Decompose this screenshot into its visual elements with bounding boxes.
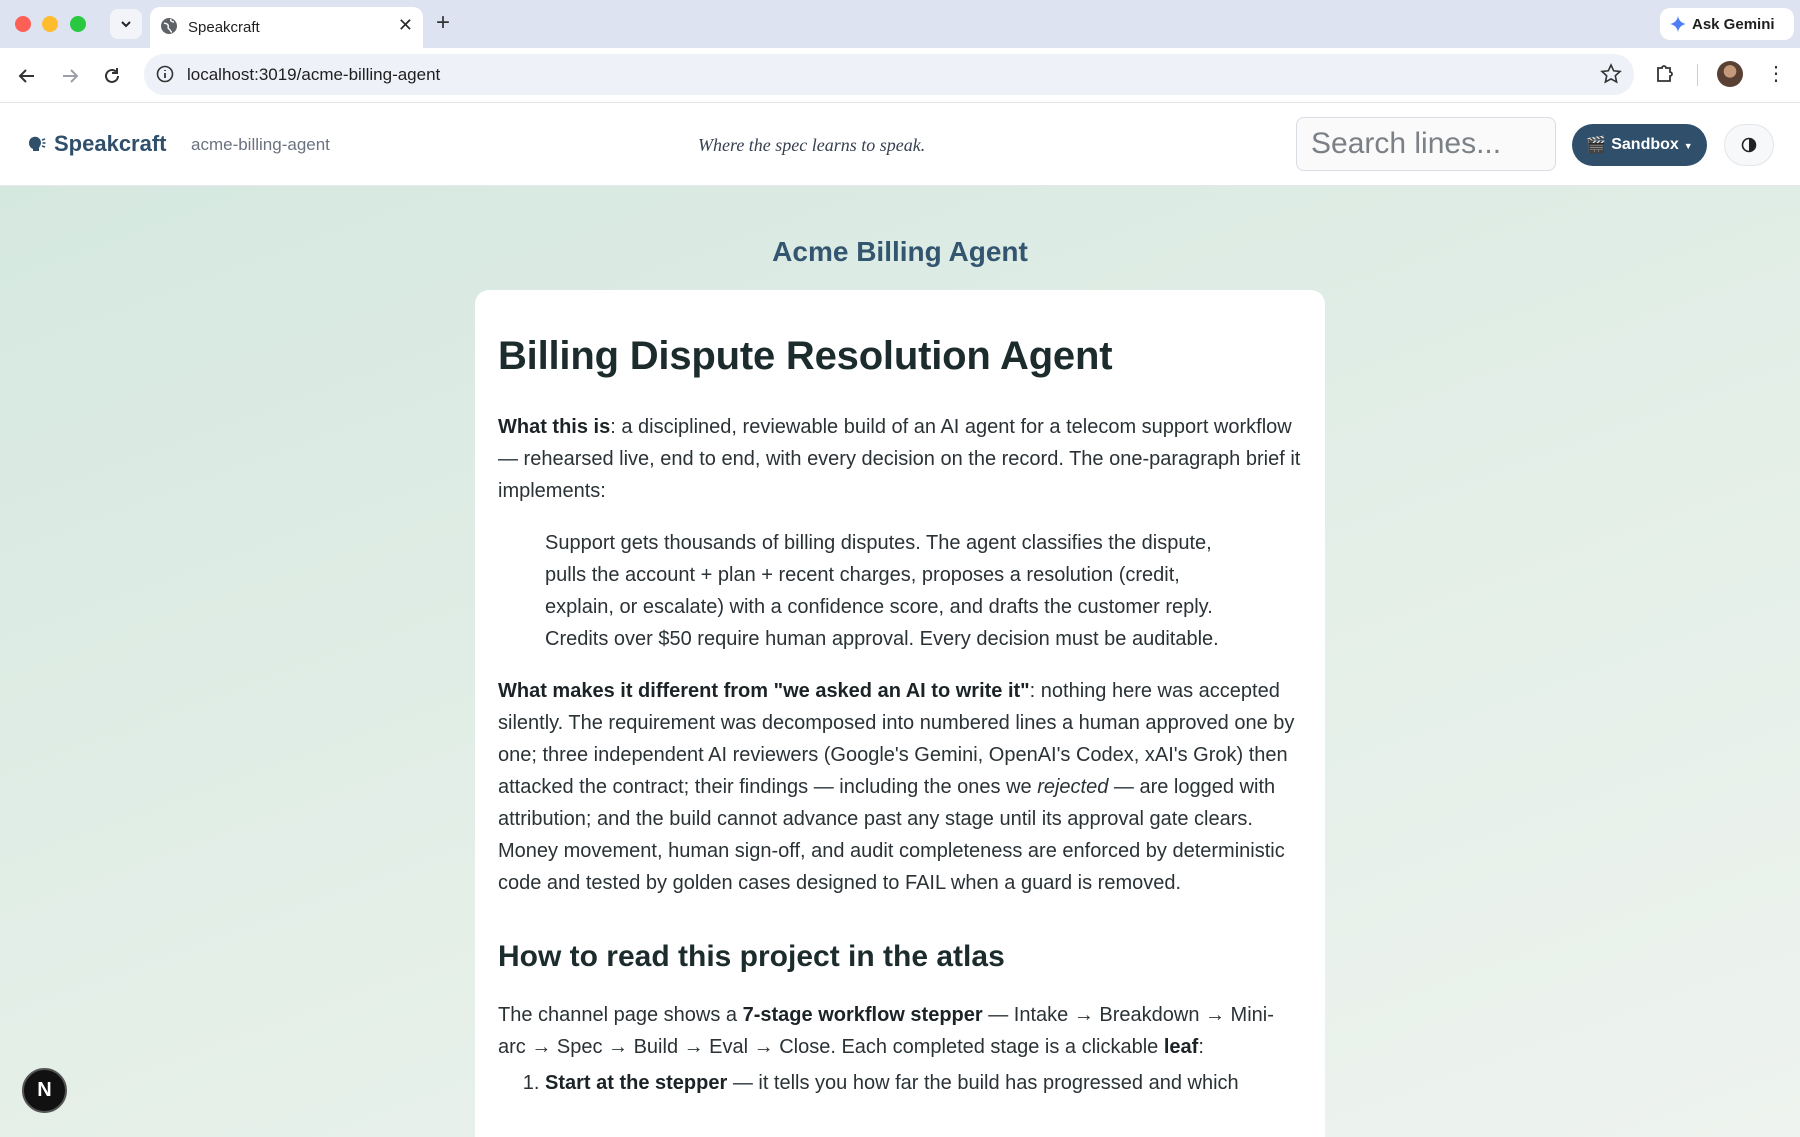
back-button[interactable] [13,62,41,90]
close-tab-icon[interactable]: ✕ [398,15,413,36]
difference-paragraph: What makes it different from "we asked a… [498,675,1301,899]
reload-button[interactable] [98,62,126,90]
url-text: localhost:3019/acme-billing-agent [187,65,441,84]
list-item-text: — it tells you how far the build has pro… [727,1072,1239,1094]
intro-text: : a disciplined, reviewable build of an … [498,416,1301,502]
section-heading: How to read this project in the atlas [498,940,1005,973]
dev-tools-badge[interactable]: N [22,1068,67,1113]
theme-toggle-button[interactable] [1724,124,1774,166]
intro-paragraph: What this is: a disciplined, reviewable … [498,411,1301,507]
project-slug[interactable]: acme-billing-agent [191,135,330,155]
sandbox-label: Sandbox [1611,136,1679,153]
reload-icon [105,68,119,83]
list-item: Start at the stepper — it tells you how … [545,1067,1301,1099]
arrow-left-icon [18,69,34,83]
intro-bold: What this is [498,416,611,438]
site-info-icon[interactable] [156,65,174,83]
tab-search-button[interactable] [110,9,142,39]
globe-icon [161,18,177,34]
new-tab-button[interactable]: + [436,9,450,37]
ask-gemini-button[interactable]: Ask Gemini [1660,8,1794,40]
bookmark-star-icon[interactable] [1600,63,1622,85]
extensions-puzzle-icon[interactable] [1654,61,1678,85]
browser-toolbar: localhost:3019/acme-billing-agent ⋮ [0,48,1800,103]
leaf-bold: leaf [1163,1036,1199,1058]
speech-head-icon [28,136,46,151]
browser-menu-icon[interactable]: ⋮ [1766,61,1786,86]
brand-link[interactable]: Speakcraft [26,131,167,157]
list-item-bold: Start at the stepper [545,1072,728,1094]
close-window-button[interactable] [15,16,31,32]
document-title: Billing Dispute Resolution Agent [498,334,1113,378]
half-circle-contrast-icon [1741,137,1757,153]
profile-avatar[interactable] [1717,61,1743,87]
minimize-window-button[interactable] [42,16,58,32]
document-card: Billing Dispute Resolution Agent What th… [475,290,1325,1137]
stepper-paragraph: The channel page shows a 7-stage workflo… [498,999,1301,1063]
app-header: Speakcraft acme-billing-agent Where the … [0,103,1800,186]
clapperboard-icon: 🎬 [1586,137,1607,154]
sandbox-button[interactable]: 🎬 Sandbox ▼ [1572,124,1707,166]
forward-button[interactable] [56,62,84,90]
chevron-down-icon [121,21,131,28]
search-lines-input[interactable] [1296,117,1556,171]
toolbar-divider [1697,64,1698,86]
browser-tab[interactable]: Speakcraft ✕ [150,7,423,48]
main-content: Acme Billing Agent Billing Dispute Resol… [0,186,1800,1137]
maximize-window-button[interactable] [70,16,86,32]
stepper-text-a: The channel page shows a [498,1004,743,1026]
brief-quote: Support gets thousands of billing disput… [545,532,1219,650]
channel-title: Acme Billing Agent [772,236,1028,267]
tagline: Where the spec learns to speak. [698,135,926,155]
difference-bold: What makes it different from "we asked a… [498,680,1030,702]
caret-down-icon: ▼ [1683,141,1693,151]
tab-title: Speakcraft [188,19,260,36]
reading-steps-list: Start at the stepper — it tells you how … [498,1067,1301,1099]
ask-gemini-label: Ask Gemini [1692,15,1775,33]
browser-tab-strip: Speakcraft ✕ + Ask Gemini [0,0,1800,48]
stepper-text-c: : [1198,1036,1204,1058]
difference-em: rejected [1037,776,1109,798]
address-bar[interactable]: localhost:3019/acme-billing-agent [144,54,1634,95]
arrow-right-icon [63,69,79,83]
stepper-bold: 7-stage workflow stepper [742,1004,983,1026]
gemini-sparkle-icon [1670,16,1686,32]
brand-name: Speakcraft [54,131,167,156]
